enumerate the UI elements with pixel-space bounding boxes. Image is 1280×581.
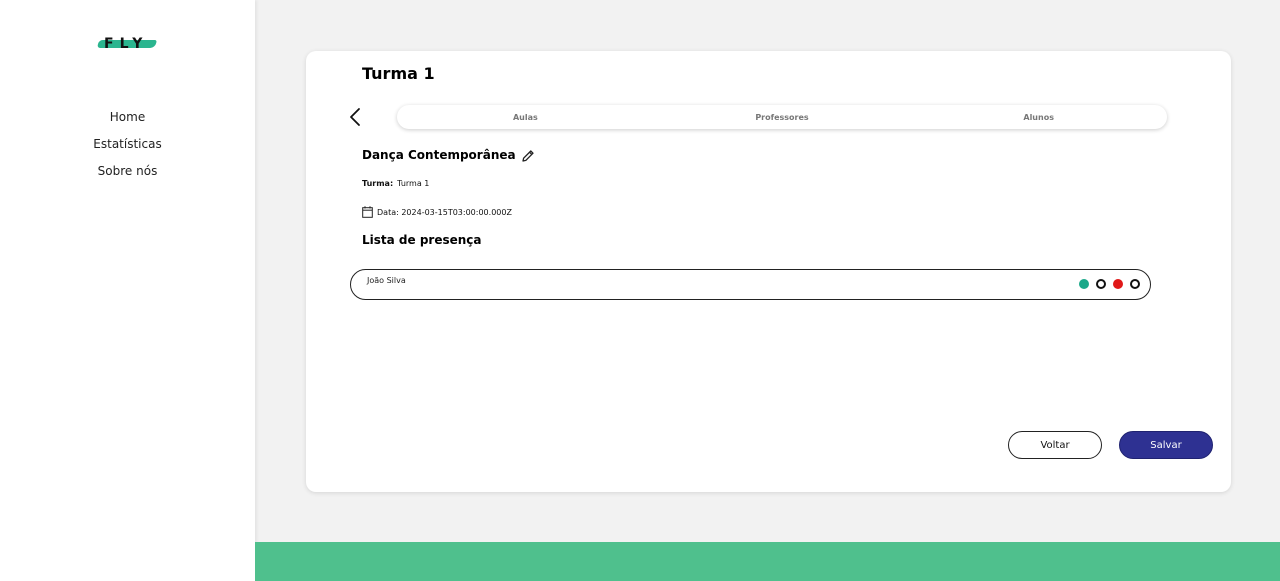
turma-value: Turma 1	[397, 179, 430, 188]
logo-text: FLY	[104, 36, 149, 52]
class-card: Turma 1 Aulas Professores Alunos Dança C…	[306, 51, 1231, 492]
student-name: João Silva	[367, 276, 406, 285]
tab-alunos[interactable]: Alunos	[910, 113, 1167, 122]
sidebar-nav: Home Estatísticas Sobre nós	[0, 104, 255, 185]
subject-title: Dança Contemporânea	[362, 148, 516, 162]
tab-aulas[interactable]: Aulas	[397, 113, 654, 122]
date-info: Data: 2024-03-15T03:00:00.000Z	[362, 206, 512, 218]
status-option-dot[interactable]	[1130, 279, 1140, 289]
page-title: Turma 1	[362, 64, 435, 83]
sidebar: FLY Home Estatísticas Sobre nós	[0, 0, 255, 581]
sidebar-item-home[interactable]: Home	[0, 104, 255, 131]
student-row: João Silva	[350, 269, 1151, 300]
turma-info: Turma: Turma 1	[362, 179, 429, 188]
tab-bar: Aulas Professores Alunos	[397, 105, 1167, 129]
pencil-icon[interactable]	[521, 148, 535, 162]
attendance-title: Lista de presença	[362, 233, 482, 247]
turma-label: Turma:	[362, 179, 394, 188]
present-status-dot[interactable]	[1079, 279, 1089, 289]
sidebar-item-estatisticas[interactable]: Estatísticas	[0, 131, 255, 158]
voltar-button[interactable]: Voltar	[1008, 431, 1102, 459]
tab-professores[interactable]: Professores	[654, 113, 911, 122]
fly-logo[interactable]: FLY	[97, 35, 158, 53]
attendance-options	[1079, 279, 1140, 289]
date-text: Data: 2024-03-15T03:00:00.000Z	[377, 207, 512, 217]
back-arrow-icon[interactable]	[348, 107, 364, 127]
calendar-icon	[362, 206, 373, 218]
salvar-button[interactable]: Salvar	[1119, 431, 1213, 459]
absent-status-dot[interactable]	[1113, 279, 1123, 289]
footer-bar	[255, 542, 1280, 581]
sidebar-item-sobre-nos[interactable]: Sobre nós	[0, 158, 255, 185]
status-option-dot[interactable]	[1096, 279, 1106, 289]
